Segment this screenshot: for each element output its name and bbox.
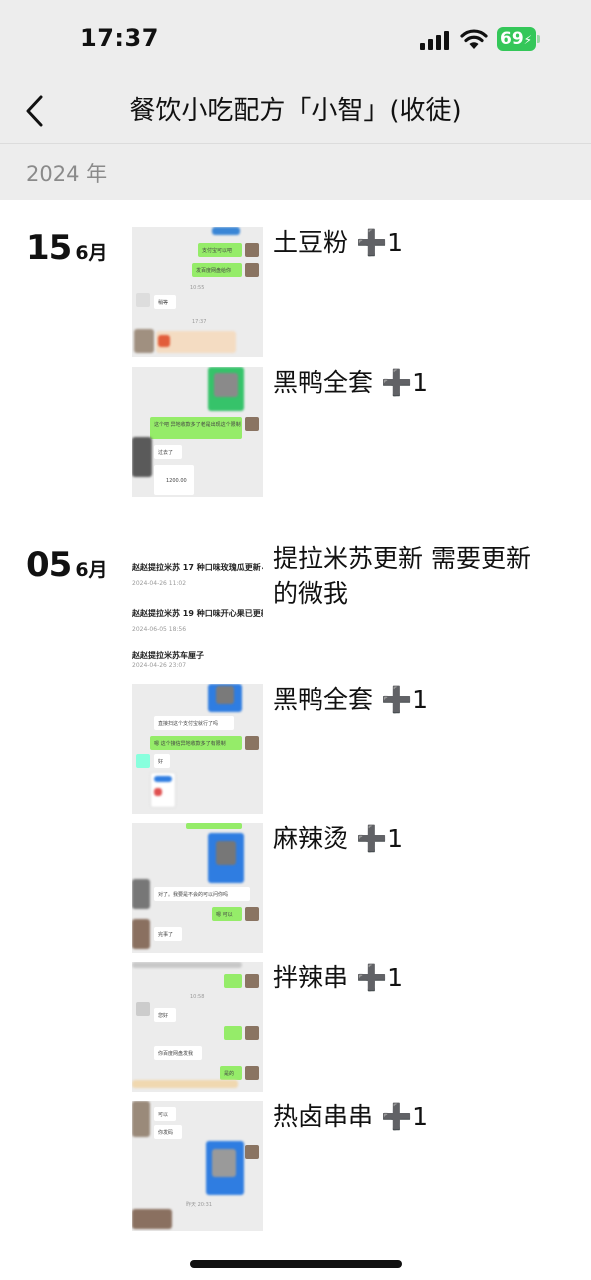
chat-text: 过去了 [158, 450, 174, 456]
doc-date: 2024-06-05 18:56 [132, 626, 187, 633]
chat-text: 对了。我要是不会的可以问你吗 [158, 892, 229, 898]
post-caption: 土豆粉 ➕1 [273, 228, 403, 257]
doc-title: 赵赵提拉米苏 17 种口味玫瑰瓜更新✓ [132, 563, 263, 572]
doc-date: 2024-04-26 11:02 [132, 580, 187, 587]
post-caption: 提拉米苏更新 需要更新的微我 [273, 544, 531, 608]
chat-text: 你百度网盘发我 [158, 1051, 194, 1057]
nav-bar: 餐饮小吃配方「小智」(收徒) [0, 80, 591, 142]
post-caption: 黑鸭全套 ➕1 [273, 685, 428, 714]
date-label: 15 6月 [26, 228, 108, 268]
chat-text: 可以 [158, 1112, 169, 1118]
chat-text: 稍等 [158, 300, 169, 306]
post-thumbnail[interactable]: 赵赵提拉米苏 17 种口味玫瑰瓜更新✓ 2024-04-26 11:02 赵赵提… [132, 548, 263, 678]
post-thumbnail[interactable]: 直接扫这个支付宝就行了吗 嗯 这个接信异地收款多了有限制 好 [132, 684, 263, 814]
status-time: 17:37 [80, 24, 159, 52]
chat-time: 10:55 [190, 285, 205, 291]
signal-icon [420, 30, 450, 50]
post-thumbnail[interactable]: 这个吧 异地收款多了老是出现这个限制 过去了 1200.00 [132, 367, 263, 497]
chat-text: 嗯 可以 [216, 912, 233, 918]
post-thumbnail[interactable]: 可以 你发码 昨天 20:31 [132, 1101, 263, 1231]
chat-amount: 1200.00 [166, 478, 187, 484]
battery-level: 69 [500, 29, 524, 49]
chat-text: 好 [158, 759, 164, 765]
post-caption: 热卤串串 ➕1 [273, 1102, 428, 1131]
post-thumbnail[interactable]: 10:58 您好 你百度网盘发我 是的 [132, 962, 263, 1092]
doc-title: 赵赵提拉米苏 19 种口味开心果已更新 [132, 609, 263, 618]
chat-text: 支付宝可以吧 [202, 248, 233, 254]
date-day: 15 [26, 228, 72, 268]
date-month: 6月 [75, 559, 108, 581]
chat-time: 昨天 20:31 [186, 1202, 212, 1208]
chat-time: 17:37 [192, 319, 207, 325]
date-label: 05 6月 [26, 545, 108, 585]
date-month: 6月 [75, 242, 108, 264]
chat-text: 嗯 这个接信异地收款多了有限制 [154, 741, 226, 747]
chat-text: 您好 [158, 1013, 169, 1019]
home-indicator[interactable] [190, 1260, 402, 1268]
chat-text: 发百度网盘给你 [196, 268, 232, 274]
post-thumbnail[interactable]: 支付宝可以吧 发百度网盘给你 10:55 稍等 17:37 [132, 227, 263, 357]
post-caption: 麻辣烫 ➕1 [273, 824, 403, 853]
chat-text: 直接扫这个支付宝就行了吗 [158, 721, 219, 727]
doc-title: 赵赵提拉米苏车厘子 [132, 651, 204, 660]
battery-icon: 69⚡ [497, 27, 541, 51]
chat-text: 你发码 [158, 1130, 174, 1136]
post-caption: 黑鸭全套 ➕1 [273, 368, 428, 397]
divider [0, 143, 591, 144]
chat-text: 完事了 [158, 932, 174, 938]
doc-date: 2024-04-26 23:07 [132, 662, 187, 669]
year-label: 2024 年 [26, 162, 108, 186]
date-day: 05 [26, 545, 72, 585]
post-thumbnail[interactable]: 对了。我要是不会的可以问你吗 嗯 可以 完事了 [132, 823, 263, 953]
chat-time: 10:58 [190, 994, 205, 1000]
page-title: 餐饮小吃配方「小智」(收徒) [129, 96, 462, 126]
chat-text: 是的 [224, 1071, 235, 1077]
wifi-icon [460, 29, 488, 49]
chat-text: 这个吧 异地收款多了老是出现这个限制 [154, 422, 241, 428]
post-caption: 拌辣串 ➕1 [273, 963, 403, 992]
status-bar: 17:37 69⚡ [0, 0, 591, 80]
